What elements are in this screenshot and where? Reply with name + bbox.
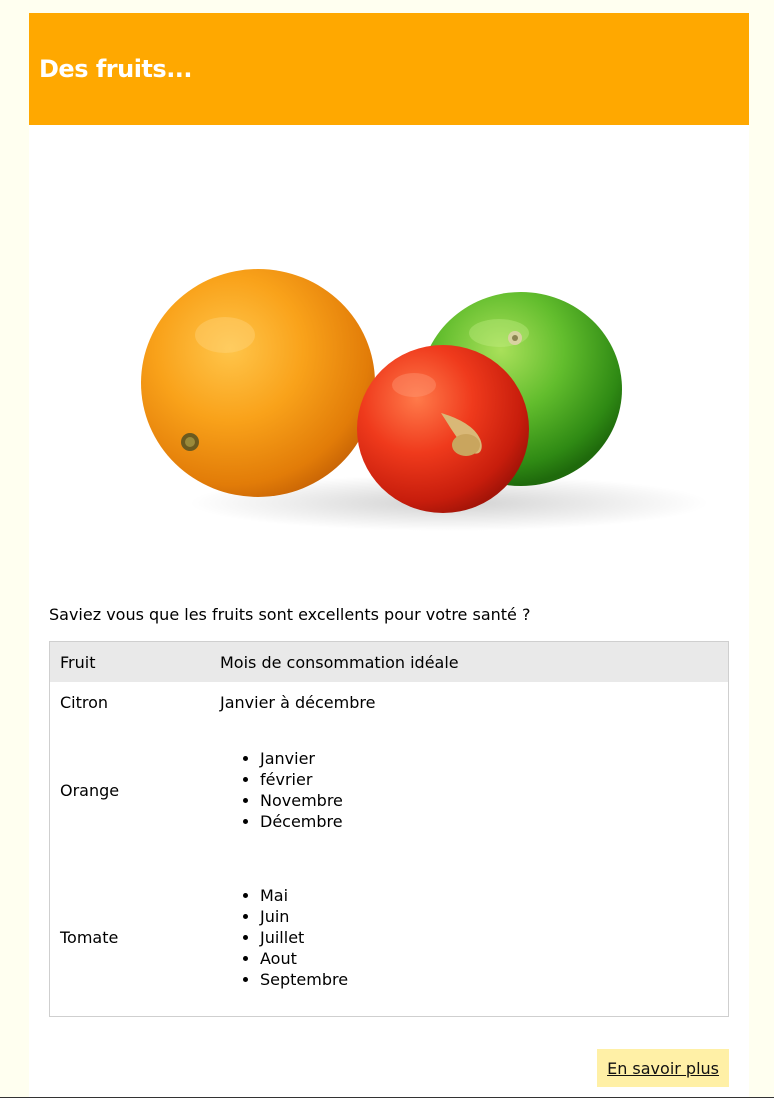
- more-link-wrapper: En savoir plus: [597, 1049, 729, 1087]
- list-item: Novembre: [260, 790, 718, 811]
- page-container: Des fruits... Saviez vous que les fruits…: [29, 13, 749, 1098]
- list-item: Juillet: [260, 927, 718, 948]
- orange-fruit: [141, 269, 375, 497]
- fruit-cell: Citron: [60, 692, 109, 712]
- table-row: Orange Janvier février Novembre Décembre: [50, 722, 729, 858]
- fruit-table: Fruit Mois de consommation idéale Citron…: [49, 641, 729, 1017]
- table-row: Tomate Mai Juin Juillet Aout Septembre: [50, 858, 729, 1017]
- page-title: Des fruits...: [39, 55, 193, 83]
- list-item: Septembre: [260, 969, 718, 990]
- list-item: Décembre: [260, 811, 718, 832]
- header-months: Mois de consommation idéale: [210, 641, 729, 682]
- list-item: Janvier: [260, 748, 718, 769]
- site-header: Des fruits...: [29, 13, 749, 125]
- fruit-cell: Tomate: [60, 927, 119, 947]
- table-header-row: Fruit Mois de consommation idéale: [49, 641, 729, 682]
- months-cell: Mai Juin Juillet Aout Septembre: [210, 858, 729, 1017]
- fruit-cell: Orange: [60, 780, 120, 800]
- learn-more-link[interactable]: En savoir plus: [597, 1049, 729, 1087]
- table-row: Citron Janvier à décembre: [50, 682, 729, 722]
- header-fruit: Fruit: [49, 641, 210, 682]
- list-item: février: [260, 769, 718, 790]
- list-item: Mai: [260, 885, 718, 906]
- months-cell: Janvier février Novembre Décembre: [210, 722, 729, 858]
- list-item: Juin: [260, 906, 718, 927]
- months-list: Mai Juin Juillet Aout Septembre: [220, 885, 718, 990]
- list-item: Aout: [260, 948, 718, 969]
- months-cell: Janvier à décembre: [220, 692, 376, 712]
- tomato-fruit: [357, 345, 529, 513]
- months-list: Janvier février Novembre Décembre: [220, 748, 718, 832]
- fruits-photo: [29, 125, 749, 605]
- intro-text: Saviez vous que les fruits sont excellen…: [49, 605, 531, 624]
